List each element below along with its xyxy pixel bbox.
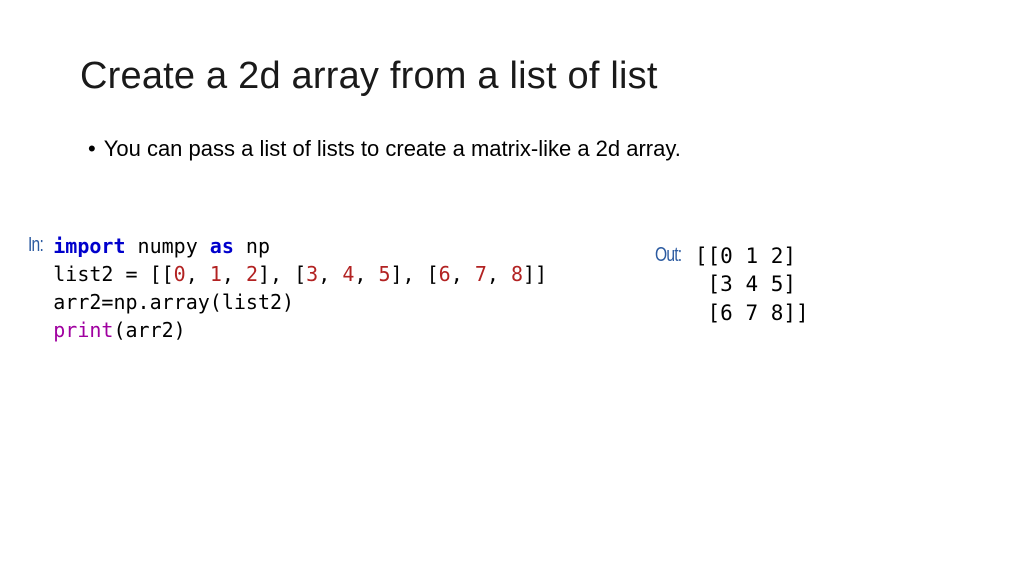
kw-import: import [53, 234, 125, 258]
bullet-dot-icon: • [88, 136, 96, 162]
tok-np: np [234, 234, 270, 258]
num-0: 0 [174, 262, 186, 286]
num-4: 4 [342, 262, 354, 286]
code-output: [[0 1 2] [3 4 5] [6 7 8]] [695, 242, 809, 327]
num-5: 5 [378, 262, 390, 286]
fn-print: print [53, 318, 113, 342]
code-region: In: import numpy as np list2 = [[0, 1, 2… [28, 232, 944, 344]
code-input: import numpy as np list2 = [[0, 1, 2], [… [53, 232, 547, 344]
bracket: ], [ [391, 262, 439, 286]
in-label: In: [28, 232, 43, 257]
bracket-end: ]] [523, 262, 547, 286]
comma: , [487, 262, 511, 286]
num-8: 8 [511, 262, 523, 286]
bullet-text: You can pass a list of lists to create a… [104, 136, 681, 162]
comma: , [318, 262, 342, 286]
kw-as: as [210, 234, 234, 258]
num-6: 6 [439, 262, 451, 286]
output-group: Out: [[0 1 2] [3 4 5] [6 7 8]] [655, 242, 809, 327]
comma: , [354, 262, 378, 286]
comma: , [451, 262, 475, 286]
num-2: 2 [246, 262, 258, 286]
num-3: 3 [306, 262, 318, 286]
num-7: 7 [475, 262, 487, 286]
tok-l4rest: (arr2) [113, 318, 185, 342]
num-1: 1 [210, 262, 222, 286]
out-label: Out: [655, 242, 681, 267]
bracket: ], [ [258, 262, 306, 286]
comma: , [222, 262, 246, 286]
bullet-item: • You can pass a list of lists to create… [88, 136, 944, 162]
tok-l2a: list2 = [[ [53, 262, 173, 286]
line-3: arr2=np.array(list2) [53, 290, 294, 314]
page-title: Create a 2d array from a list of list [80, 55, 944, 98]
tok-numpy: numpy [126, 234, 210, 258]
comma: , [186, 262, 210, 286]
